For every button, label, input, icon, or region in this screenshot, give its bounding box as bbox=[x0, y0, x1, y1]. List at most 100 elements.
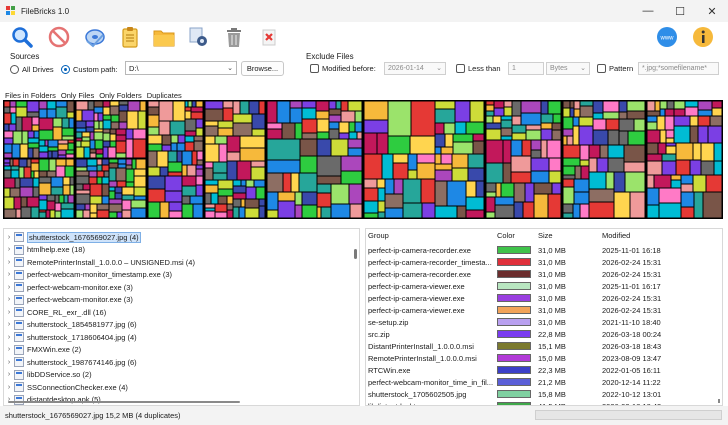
table-row[interactable]: perfect-webcam-monitor_time_in_fil... 21,… bbox=[366, 376, 722, 388]
table-row[interactable]: perfect-ip-camera-recorder.exe 31,0 MB 202… bbox=[366, 244, 722, 256]
treemap-cell bbox=[76, 167, 87, 171]
treemap-cell bbox=[486, 105, 494, 111]
table-row[interactable]: se-setup.zip 31,0 MB 2021-11-10 18:40 bbox=[366, 316, 722, 328]
tree-row[interactable]: › shutterstock_1718606404.jpg (4) bbox=[4, 331, 137, 343]
treemap-canvas[interactable] bbox=[3, 100, 723, 219]
treemap-view[interactable] bbox=[3, 100, 723, 219]
chevron-right-icon[interactable]: › bbox=[4, 384, 14, 391]
table-row[interactable]: perfect-ip-camera-viewer.exe 31,0 MB 2026-… bbox=[366, 304, 722, 316]
tree-row[interactable]: › shutterstock_1854581977.jpg (6) bbox=[4, 319, 137, 331]
all-drives-radio[interactable]: All Drives bbox=[10, 65, 54, 74]
less-than-checkbox[interactable]: Less than bbox=[456, 64, 501, 73]
table-row[interactable]: src.zip 22,8 MB 2026-03-18 00:24 bbox=[366, 328, 722, 340]
close-window-button[interactable]: ✕ bbox=[696, 0, 728, 22]
path-input[interactable]: D:\ ⌄ bbox=[125, 61, 237, 75]
treemap-cell bbox=[277, 101, 290, 123]
tab-duplicates[interactable]: Duplicates bbox=[147, 91, 182, 100]
chevron-right-icon[interactable]: › bbox=[4, 309, 14, 316]
treemap-cell bbox=[627, 111, 645, 119]
tab-only-folders[interactable]: Only Folders bbox=[99, 91, 142, 100]
tree-row[interactable]: › FMXWin.exe (2) bbox=[4, 344, 81, 356]
chevron-right-icon[interactable]: › bbox=[4, 284, 14, 291]
settings-button[interactable] bbox=[187, 25, 211, 49]
tree-row[interactable]: › shutterstock_1987674146.jpg (6) bbox=[4, 356, 137, 368]
tree-row[interactable]: › distantdesktop.apk (5) bbox=[4, 394, 101, 406]
treemap-cell bbox=[103, 129, 110, 133]
unit-select[interactable]: Bytes ⌄ bbox=[546, 62, 590, 75]
clipboard-button[interactable] bbox=[118, 25, 142, 49]
chevron-down-icon[interactable]: ⌄ bbox=[227, 63, 233, 74]
chevron-right-icon[interactable]: › bbox=[4, 271, 14, 278]
size-field[interactable]: 1 bbox=[508, 62, 544, 75]
treemap-cell bbox=[33, 178, 39, 187]
table-row[interactable]: perfect-ip-camera-recorder_timesta... 31,… bbox=[366, 256, 722, 268]
tree-horizontal-scrollbar[interactable] bbox=[8, 401, 240, 403]
treemap-cell bbox=[317, 207, 321, 218]
treemap-cell bbox=[218, 128, 233, 136]
maximize-button[interactable]: ☐ bbox=[664, 0, 696, 22]
table-row[interactable]: perfect-ip-camera-viewer.exe 31,0 MB 2025-… bbox=[366, 280, 722, 292]
chevron-right-icon[interactable]: › bbox=[4, 346, 14, 353]
treemap-cell bbox=[681, 192, 694, 207]
browse-button[interactable]: Browse... bbox=[241, 61, 284, 76]
tree-vertical-scrollbar[interactable] bbox=[354, 249, 357, 259]
header-size[interactable]: Size bbox=[538, 231, 598, 240]
table-row[interactable]: DistantPrinterInstall_1.0.0.0.msi 15,1 MB… bbox=[366, 340, 722, 352]
stop-button[interactable] bbox=[47, 25, 71, 49]
treemap-cell bbox=[94, 132, 103, 140]
search-button[interactable] bbox=[10, 25, 34, 49]
table-row[interactable]: shutterstock_1705602505.jpg 15,8 MB 2022-1… bbox=[366, 388, 722, 400]
treemap-cell bbox=[227, 196, 233, 204]
treemap-cell bbox=[341, 171, 362, 184]
web-button[interactable]: www bbox=[655, 25, 679, 49]
table-row[interactable]: RemotePrinterInstall_1.0.0.0.msi 15,0 MB 2… bbox=[366, 352, 722, 364]
treemap-cell bbox=[115, 193, 122, 199]
custom-path-radio[interactable]: Custom path: bbox=[61, 65, 118, 74]
clear-button[interactable] bbox=[257, 25, 281, 49]
header-color[interactable]: Color bbox=[497, 231, 515, 240]
tab-only-files[interactable]: Only Files bbox=[61, 91, 94, 100]
table-row[interactable]: perfect-ip-camera-viewer.exe 31,0 MB 2026-… bbox=[366, 292, 722, 304]
delete-button[interactable] bbox=[222, 25, 246, 49]
tree-row[interactable]: › RemotePrinterInstall_1.0.0.0 – UNSIGNED… bbox=[4, 256, 195, 268]
tree-row[interactable]: › SSConnectionChecker.exe (4) bbox=[4, 381, 128, 393]
modified-before-checkbox[interactable]: Modified before: bbox=[310, 64, 376, 73]
chevron-right-icon[interactable]: › bbox=[4, 359, 14, 366]
disk-button[interactable] bbox=[83, 25, 107, 49]
tree-row[interactable]: › perfect-webcam-monitor_timestamp.exe (3… bbox=[4, 269, 172, 281]
header-group[interactable]: Group bbox=[368, 231, 494, 240]
treemap-cell bbox=[20, 144, 28, 158]
table-row[interactable]: perfect-ip-camera-recorder.exe 31,0 MB 202… bbox=[366, 268, 722, 280]
tree-row[interactable]: › shutterstock_1676569027.jpg (4) bbox=[4, 231, 141, 243]
file-grid[interactable]: Group Color Size Modified perfect-ip-cam… bbox=[365, 228, 723, 406]
tree-row[interactable]: › perfect-webcam-monitor.exe (3) bbox=[4, 294, 133, 306]
minimize-button[interactable]: — bbox=[632, 0, 664, 22]
date-field[interactable]: 2026-01-14 ⌄ bbox=[384, 62, 446, 75]
pattern-field[interactable]: *.jpg;*somefilename* bbox=[638, 62, 719, 75]
chevron-right-icon[interactable]: › bbox=[4, 371, 14, 378]
tree-row[interactable]: › libDDService.so (2) bbox=[4, 369, 92, 381]
grid-vertical-scrollbar[interactable] bbox=[718, 399, 720, 403]
treemap-cell bbox=[541, 129, 552, 140]
treemap-cell bbox=[690, 126, 698, 143]
chevron-right-icon[interactable]: › bbox=[4, 259, 14, 266]
chevron-right-icon[interactable]: › bbox=[4, 296, 14, 303]
info-button[interactable] bbox=[691, 25, 715, 49]
treemap-cell bbox=[134, 176, 146, 187]
chevron-right-icon[interactable]: › bbox=[4, 321, 14, 328]
treemap-cell bbox=[117, 212, 122, 218]
treemap-cell bbox=[103, 107, 110, 115]
chevron-right-icon[interactable]: › bbox=[4, 234, 14, 241]
tree-row[interactable]: › CORE_RL_exr_.dll (16) bbox=[4, 306, 106, 318]
duplicates-tree[interactable]: › shutterstock_1676569027.jpg (4) › htmlhel… bbox=[3, 228, 360, 406]
header-modified[interactable]: Modified bbox=[602, 231, 712, 240]
open-folder-button[interactable] bbox=[152, 25, 176, 49]
tree-row[interactable]: › perfect-webcam-monitor.exe (3) bbox=[4, 281, 133, 293]
chevron-right-icon[interactable]: › bbox=[4, 246, 14, 253]
tab-files-in-folders[interactable]: Files in Folders bbox=[5, 91, 56, 100]
tree-row[interactable]: › htmlhelp.exe (18) bbox=[4, 244, 85, 256]
treemap-cell bbox=[411, 101, 435, 136]
chevron-right-icon[interactable]: › bbox=[4, 334, 14, 341]
pattern-checkbox[interactable]: Pattern bbox=[597, 64, 633, 73]
table-row[interactable]: RTCWin.exe 22,3 MB 2022-01-05 16:11 bbox=[366, 364, 722, 376]
